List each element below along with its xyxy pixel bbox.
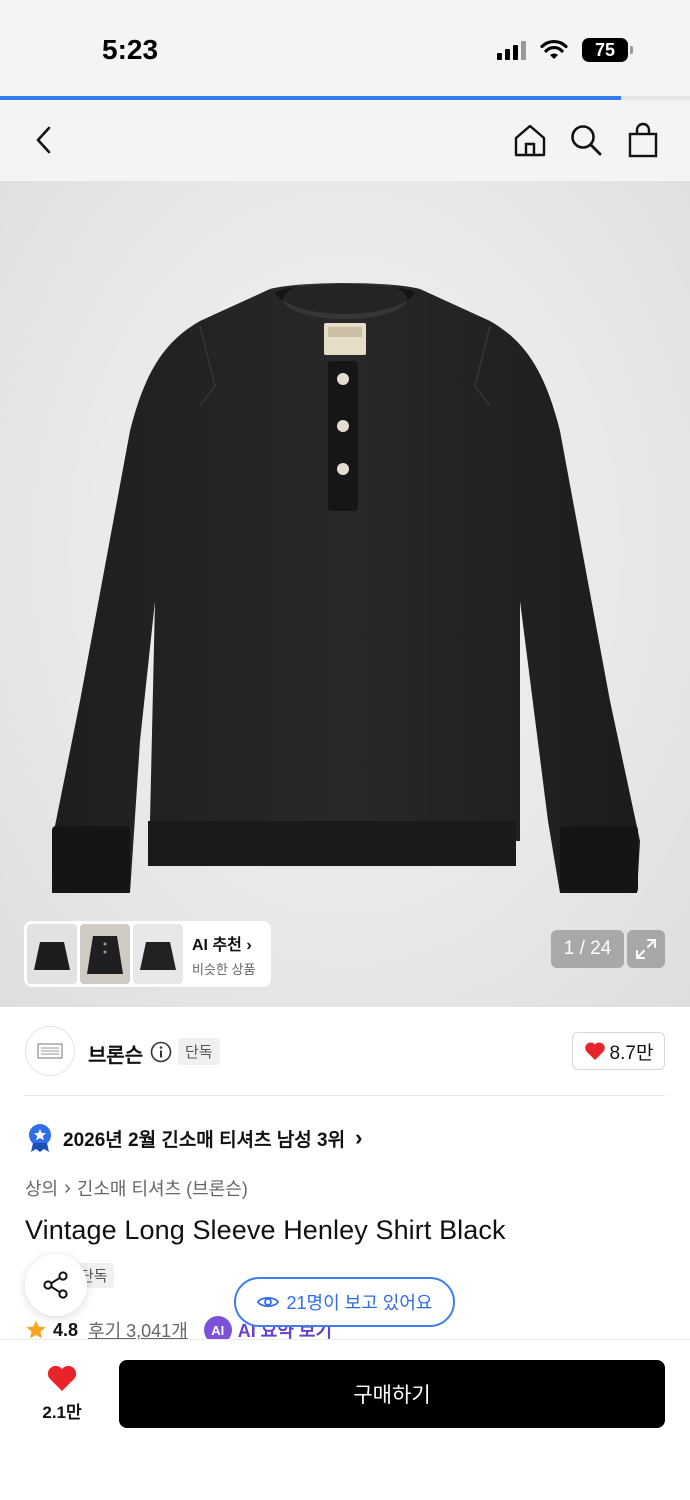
star-icon bbox=[26, 1320, 46, 1339]
breadcrumb: 상의 › 긴소매 티셔츠 (브론슨) bbox=[25, 1175, 248, 1201]
share-button[interactable] bbox=[25, 1254, 87, 1316]
battery-icon: 75 bbox=[582, 38, 633, 62]
brand-logo[interactable] bbox=[25, 1026, 75, 1076]
shopping-bag-icon bbox=[628, 122, 658, 158]
viewers-pill: 21명이 보고 있어요 bbox=[234, 1277, 455, 1327]
brand-like-count: 8.7만 bbox=[609, 1042, 654, 1064]
share-icon bbox=[43, 1271, 68, 1299]
chevron-left-icon bbox=[36, 126, 51, 154]
search-icon bbox=[571, 125, 602, 156]
similar-thumb-3 bbox=[133, 924, 183, 984]
brand-like-button[interactable]: 8.7만 bbox=[572, 1032, 665, 1070]
signal-icon bbox=[497, 40, 526, 60]
ranking-link[interactable]: 2026년 2월 긴소매 티셔츠 남성 3위 › bbox=[25, 1122, 362, 1154]
rating-value: 4.8 bbox=[53, 1319, 79, 1340]
cart-button[interactable] bbox=[621, 118, 665, 162]
wifi-icon bbox=[540, 39, 568, 59]
similar-thumb-2 bbox=[80, 924, 130, 984]
product-image-gallery[interactable]: AI 추천 › 비슷한 상품 1 / 24 bbox=[0, 181, 690, 1007]
expand-button[interactable] bbox=[627, 930, 665, 968]
expand-icon bbox=[636, 939, 656, 959]
breadcrumb-subcategory[interactable]: 긴소매 티셔츠 (브론슨) bbox=[77, 1175, 248, 1201]
wishlist-count: 2.1만 bbox=[42, 1403, 82, 1422]
product-title: Vintage Long Sleeve Henley Shirt Black bbox=[25, 1215, 506, 1245]
home-icon bbox=[514, 124, 546, 157]
brand-row: 브론슨 단독 8.7만 bbox=[0, 1007, 690, 1095]
chevron-right-icon: › bbox=[64, 1176, 71, 1199]
breadcrumb-category[interactable]: 상의 bbox=[25, 1175, 58, 1201]
brand-logo-mark bbox=[37, 1043, 63, 1059]
product-image bbox=[52, 279, 640, 893]
ai-recommend-title: AI 추천 bbox=[192, 936, 242, 954]
heart-icon bbox=[584, 1042, 605, 1060]
divider bbox=[25, 1095, 665, 1096]
brand-name[interactable]: 브론슨 bbox=[88, 1039, 143, 1068]
ai-recommend-subtitle: 비슷한 상품 bbox=[192, 961, 256, 977]
bottom-action-bar: 2.1만 구매하기 bbox=[0, 1339, 690, 1500]
heart-icon bbox=[47, 1365, 77, 1391]
chevron-right-icon: › bbox=[355, 1125, 363, 1150]
status-icons: 75 bbox=[497, 38, 633, 62]
info-icon[interactable] bbox=[150, 1041, 172, 1063]
ranking-badge-icon bbox=[29, 1124, 51, 1152]
eye-icon bbox=[256, 1296, 279, 1308]
similar-thumb-1 bbox=[27, 924, 77, 984]
viewers-text: 21명이 보고 있어요 bbox=[286, 1293, 433, 1313]
buy-button[interactable]: 구매하기 bbox=[119, 1360, 665, 1428]
exclusive-badge: 단독 bbox=[178, 1038, 220, 1065]
home-button[interactable] bbox=[508, 118, 552, 162]
status-time: 5:23 bbox=[102, 34, 159, 65]
ai-recommend-card[interactable]: AI 추천 › 비슷한 상품 bbox=[24, 921, 271, 987]
status-bar: 5:23 75 bbox=[0, 0, 690, 96]
search-button[interactable] bbox=[564, 118, 608, 162]
image-counter: 1 / 24 bbox=[551, 930, 624, 968]
ai-recommend-text: AI 추천 › 비슷한 상품 bbox=[192, 931, 255, 978]
back-button[interactable] bbox=[22, 118, 66, 162]
wishlist-button[interactable]: 2.1만 bbox=[34, 1364, 90, 1423]
top-nav bbox=[0, 100, 690, 181]
ranking-text: 2026년 2월 긴소매 티셔츠 남성 3위 bbox=[63, 1129, 346, 1151]
chevron-right-icon: › bbox=[246, 936, 252, 954]
